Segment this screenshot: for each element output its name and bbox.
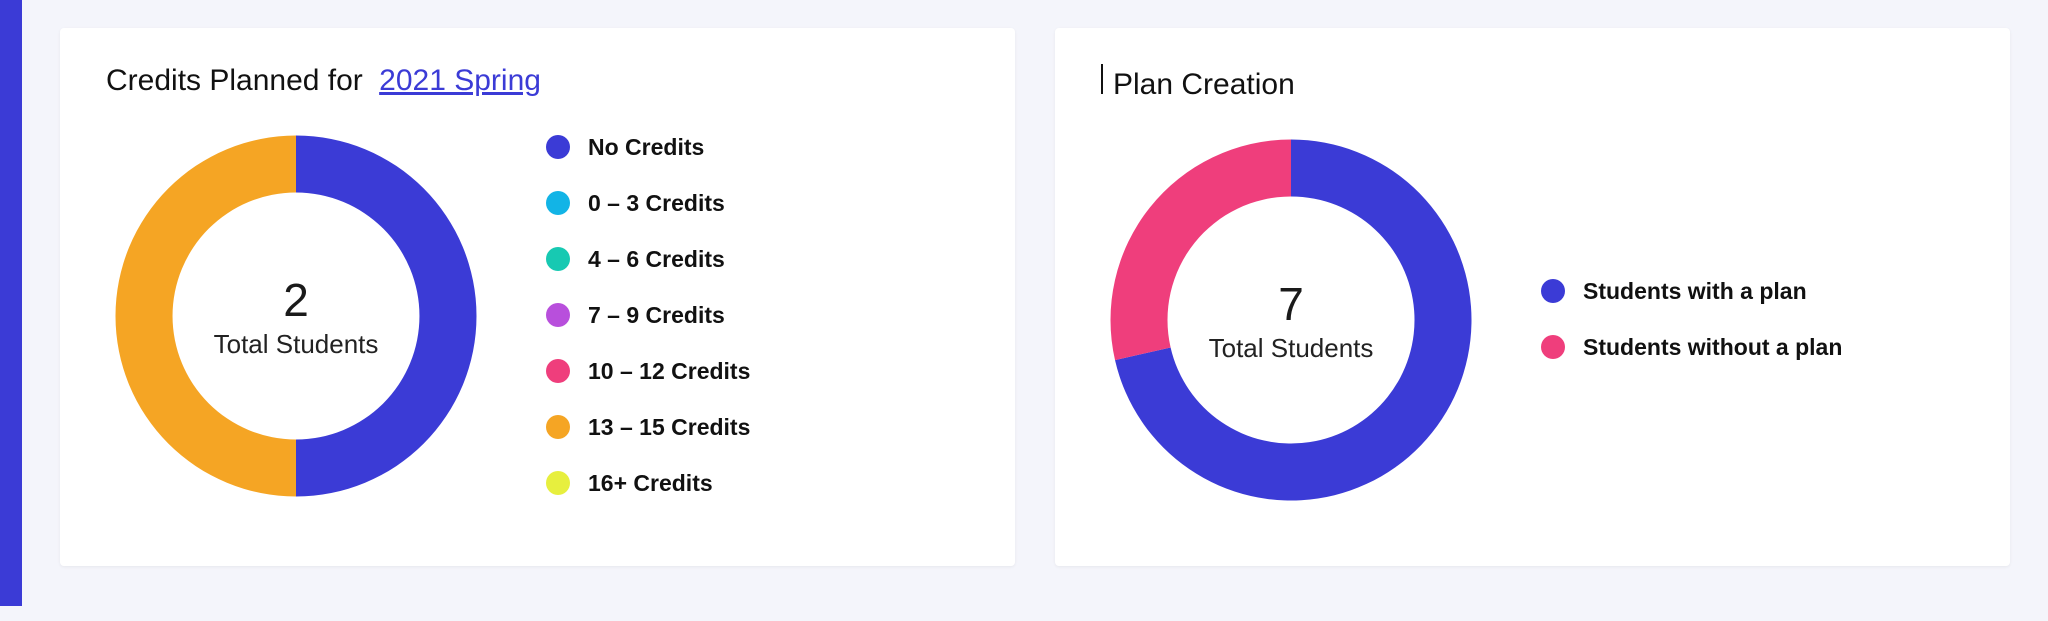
plan-creation-card: Plan Creation 7 Total Students Students … — [1055, 28, 2010, 566]
legend-item[interactable]: 7 – 9 Credits — [546, 301, 750, 331]
legend-item[interactable]: 0 – 3 Credits — [546, 189, 750, 219]
legend-swatch-icon — [1541, 335, 1565, 359]
legend-label: 13 – 15 Credits — [588, 413, 750, 443]
donut-slice[interactable] — [1111, 140, 1291, 361]
legend-item[interactable]: 16+ Credits — [546, 469, 750, 499]
legend-label: No Credits — [588, 133, 704, 163]
legend-label: 10 – 12 Credits — [588, 357, 750, 387]
credits-title-prefix: Credits Planned for — [106, 64, 371, 98]
legend-swatch-icon — [546, 471, 570, 495]
plan-title-text: Plan Creation — [1113, 68, 1295, 102]
plan-donut-chart: 7 Total Students — [1101, 130, 1481, 510]
term-link[interactable]: 2021 Spring — [379, 64, 541, 98]
legend-swatch-icon — [546, 359, 570, 383]
legend-item[interactable]: 13 – 15 Credits — [546, 413, 750, 443]
legend-swatch-icon — [546, 191, 570, 215]
legend-item[interactable]: Students with a plan — [1541, 277, 1842, 307]
legend-swatch-icon — [546, 135, 570, 159]
credits-donut-svg — [106, 126, 486, 506]
legend-label: Students with a plan — [1583, 277, 1807, 307]
credits-planned-card: Credits Planned for 2021 Spring 2 Total … — [60, 28, 1015, 566]
legend-label: Students without a plan — [1583, 333, 1842, 363]
plan-donut-svg — [1101, 130, 1481, 510]
legend-label: 0 – 3 Credits — [588, 189, 725, 219]
plan-legend: Students with a plan Students without a p… — [1541, 277, 1842, 363]
donut-slice[interactable] — [115, 136, 296, 497]
legend-swatch-icon — [546, 303, 570, 327]
left-accent-bar — [0, 0, 22, 606]
legend-swatch-icon — [546, 415, 570, 439]
legend-item[interactable]: 10 – 12 Credits — [546, 357, 750, 387]
credits-donut-chart: 2 Total Students — [106, 126, 486, 506]
legend-item[interactable]: 4 – 6 Credits — [546, 245, 750, 275]
plan-card-title: Plan Creation — [1101, 64, 1964, 102]
legend-label: 7 – 9 Credits — [588, 301, 725, 331]
legend-item[interactable]: Students without a plan — [1541, 333, 1842, 363]
text-cursor-icon — [1101, 64, 1103, 94]
legend-label: 16+ Credits — [588, 469, 713, 499]
legend-item[interactable]: No Credits — [546, 133, 750, 163]
legend-swatch-icon — [1541, 279, 1565, 303]
credits-card-title: Credits Planned for 2021 Spring — [106, 64, 969, 98]
legend-label: 4 – 6 Credits — [588, 245, 725, 275]
donut-slice[interactable] — [296, 136, 477, 497]
dashboard-content: Credits Planned for 2021 Spring 2 Total … — [22, 0, 2048, 606]
legend-swatch-icon — [546, 247, 570, 271]
credits-legend: No Credits 0 – 3 Credits 4 – 6 Credits 7 – … — [546, 133, 750, 498]
